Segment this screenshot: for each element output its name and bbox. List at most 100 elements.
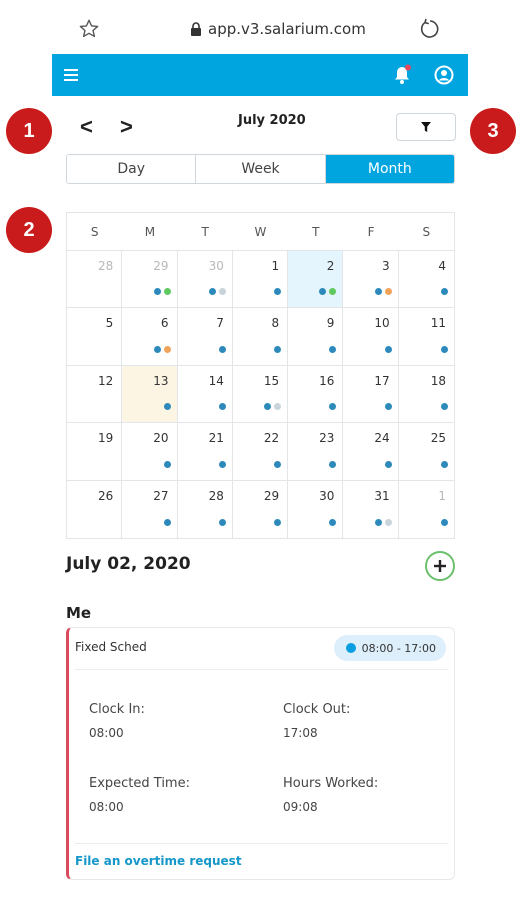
- weekday-label: S: [90, 225, 99, 239]
- section-label-me: Me: [66, 604, 92, 622]
- day-number: 5: [105, 316, 114, 331]
- calendar-day-cell[interactable]: 6: [122, 308, 178, 365]
- event-dots: [374, 518, 392, 526]
- filter-button[interactable]: [396, 113, 456, 141]
- calendar-day-cell[interactable]: 1: [399, 481, 454, 538]
- day-number: 30: [319, 488, 335, 503]
- expected-time-label: Expected Time:: [89, 776, 190, 791]
- schedule-time-badge: 08:00 - 17:00: [333, 635, 446, 661]
- reload-icon[interactable]: [418, 17, 442, 41]
- calendar-day-cell[interactable]: 29: [233, 480, 289, 538]
- divider: [75, 669, 448, 670]
- calendar-day-cell[interactable]: 30: [178, 251, 233, 308]
- calendar-day-cell[interactable]: 1: [233, 251, 289, 308]
- address-bar[interactable]: app.v3.salarium.com: [190, 20, 366, 38]
- calendar-day-cell[interactable]: 24: [343, 423, 399, 480]
- tab-month[interactable]: Month: [325, 155, 454, 183]
- tab-day[interactable]: Day: [67, 155, 197, 183]
- event-dots: [384, 345, 392, 353]
- event-dots: [329, 518, 337, 526]
- event-dots: [274, 460, 282, 468]
- calendar-day-cell[interactable]: 31: [343, 480, 399, 538]
- calendar-day-cell[interactable]: 26: [67, 480, 123, 538]
- menu-icon[interactable]: [64, 68, 80, 82]
- weekday-label: S: [422, 225, 431, 239]
- event-dot-blue: [329, 518, 337, 526]
- calendar-day-cell[interactable]: 8: [233, 308, 289, 365]
- event-dots: [440, 518, 448, 526]
- calendar-day-cell[interactable]: 28: [67, 251, 123, 308]
- event-dot-blue: [319, 288, 327, 296]
- calendar-day-cell[interactable]: 25: [399, 423, 454, 479]
- day-number: 7: [216, 316, 224, 331]
- weekday-label: T: [201, 225, 209, 239]
- event-dots: [163, 403, 171, 411]
- event-dot-orange: [384, 288, 392, 296]
- calendar-day-cell[interactable]: 15: [233, 365, 289, 423]
- event-dots: [384, 403, 392, 411]
- event-dot-orange: [163, 345, 171, 353]
- event-dot-blue: [264, 403, 272, 411]
- calendar-day-cell[interactable]: 12: [67, 365, 123, 423]
- day-number: 28: [98, 259, 114, 273]
- calendar-week-row: 12 13 14 15 16 17 18: [67, 365, 454, 424]
- calendar-day-cell[interactable]: 16: [288, 365, 344, 423]
- event-dots: [274, 345, 282, 353]
- day-number: 16: [319, 373, 335, 388]
- month-calendar: S M T W T F S 28 29 30 1 2 3 4 5 6 7 8 9 10 11 12 13 14 1…: [66, 212, 455, 539]
- calendar-day-cell[interactable]: 30: [288, 480, 344, 538]
- next-month-button[interactable]: >: [120, 114, 133, 140]
- calendar-day-cell[interactable]: 10: [343, 308, 399, 365]
- event-dot-blue: [274, 518, 282, 526]
- calendar-day-cell[interactable]: 18: [399, 366, 454, 422]
- day-number: 28: [208, 488, 224, 503]
- calendar-day-cell[interactable]: 2: [288, 251, 344, 308]
- calendar-day-cell[interactable]: 3: [343, 251, 399, 308]
- clock-out-label: Clock Out:: [283, 702, 351, 717]
- user-icon[interactable]: [434, 65, 454, 85]
- star-icon[interactable]: [78, 18, 100, 40]
- calendar-day-cell[interactable]: 5: [67, 308, 123, 365]
- event-dot-blue: [218, 518, 226, 526]
- event-dots: [374, 288, 392, 296]
- event-dot-blue: [440, 288, 448, 296]
- calendar-day-cell[interactable]: 20: [122, 423, 178, 480]
- calendar-day-cell[interactable]: 29: [122, 251, 178, 308]
- calendar-day-cell[interactable]: 28: [178, 480, 233, 538]
- event-dot-blue: [440, 518, 448, 526]
- clock-in-label: Clock In:: [89, 702, 145, 717]
- calendar-day-cell[interactable]: 11: [399, 308, 454, 364]
- calendar-day-cell[interactable]: 22: [233, 423, 289, 480]
- tab-week[interactable]: Week: [196, 155, 326, 183]
- calendar-day-cell[interactable]: 27: [122, 480, 178, 538]
- calendar-day-cell[interactable]: 21: [178, 423, 233, 480]
- day-number: 20: [153, 431, 169, 446]
- calendar-day-cell[interactable]: 14: [178, 365, 233, 423]
- weekday-header: S M T W T F S: [67, 213, 454, 251]
- event-dots: [319, 288, 337, 296]
- event-dots: [153, 288, 171, 296]
- annotation-marker-3: 3: [470, 108, 516, 154]
- calendar-day-cell[interactable]: 4: [399, 251, 454, 307]
- hours-worked-value: 09:08: [283, 800, 318, 814]
- event-dots: [153, 345, 171, 353]
- event-dot-green: [163, 288, 171, 296]
- add-button[interactable]: [425, 551, 455, 581]
- bell-icon[interactable]: [392, 64, 412, 86]
- calendar-day-cell[interactable]: 9: [288, 308, 344, 365]
- event-dots: [329, 345, 337, 353]
- calendar-day-cell[interactable]: 7: [178, 308, 233, 365]
- lock-icon: [191, 22, 201, 36]
- file-overtime-link[interactable]: File an overtime request: [75, 854, 242, 868]
- prev-month-button[interactable]: <: [80, 114, 93, 140]
- calendar-day-cell[interactable]: 13: [122, 365, 178, 423]
- selected-date-title: July 02, 2020: [66, 554, 191, 574]
- event-dots: [208, 288, 226, 296]
- filter-icon: [421, 122, 431, 132]
- calendar-day-cell[interactable]: 23: [288, 423, 344, 480]
- day-number: 23: [319, 431, 335, 446]
- event-dot-blue: [384, 345, 392, 353]
- calendar-day-cell[interactable]: 17: [343, 365, 399, 423]
- weekday-label: M: [144, 225, 156, 239]
- calendar-day-cell[interactable]: 19: [67, 423, 123, 480]
